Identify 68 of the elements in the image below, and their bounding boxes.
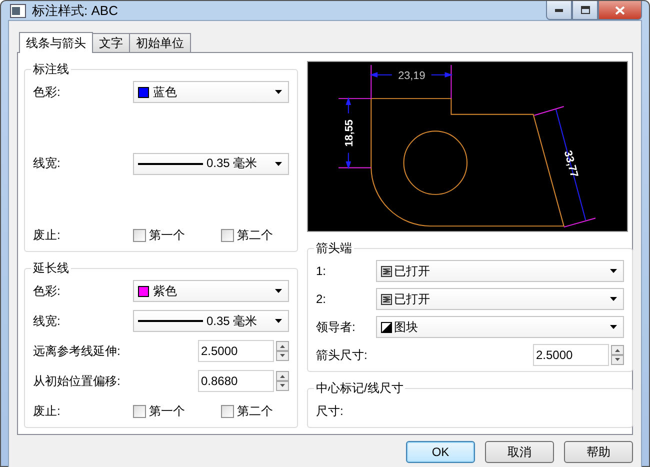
close-icon xyxy=(615,6,625,14)
field-label: 色彩: xyxy=(33,282,62,300)
tab[interactable]: 初始单位 xyxy=(129,33,191,52)
minimize-button[interactable] xyxy=(546,1,572,20)
dropdown-arrow-icon xyxy=(275,90,282,94)
checkbox[interactable]: 第二个 xyxy=(221,226,289,244)
open-arrow-icon xyxy=(381,266,392,276)
checkbox[interactable]: 第一个 xyxy=(133,226,221,244)
line-sample xyxy=(138,320,202,322)
checkbox[interactable]: 第一个 xyxy=(133,402,221,420)
field-label: 尺寸: xyxy=(316,402,344,420)
field-label: 从初始位置偏移: xyxy=(33,372,122,390)
field-label: 废止: xyxy=(33,402,62,420)
checkbox-box[interactable] xyxy=(221,404,234,418)
open-arrow-icon xyxy=(381,294,392,304)
color-dropdown[interactable]: 紫色 xyxy=(133,280,289,302)
field-label: 线宽: xyxy=(33,155,62,172)
group-title: 标注线 xyxy=(32,61,70,78)
arrowhead-dropdown[interactable]: 图块 xyxy=(376,316,624,338)
field-label: 远离参考线延伸: xyxy=(33,342,122,360)
tab[interactable]: 线条与箭头 xyxy=(19,32,93,53)
number-field[interactable]: 2.5000 xyxy=(198,340,274,362)
spinner-arrows-icon[interactable] xyxy=(276,371,289,391)
tab[interactable]: 文字 xyxy=(92,33,130,52)
lineweight-dropdown[interactable]: 0.35 毫米 xyxy=(133,152,289,174)
dimension-value: 33,77 xyxy=(561,149,580,179)
maximize-button[interactable] xyxy=(572,1,598,20)
color-dropdown[interactable]: 蓝色 xyxy=(133,81,289,103)
window-title: 标注样式: ABC xyxy=(32,2,119,20)
field-label: 1: xyxy=(316,264,328,278)
checkbox[interactable]: 第二个 xyxy=(221,402,289,420)
field-label: 废止: xyxy=(33,226,62,244)
minimize-icon xyxy=(555,8,563,12)
field-label: 2: xyxy=(316,292,328,306)
spinner-arrows-icon[interactable] xyxy=(276,341,289,361)
maximize-icon xyxy=(580,6,590,14)
number-field[interactable]: 0.8680 xyxy=(198,370,274,392)
block-arrow-icon xyxy=(381,322,392,332)
close-button[interactable] xyxy=(598,1,642,20)
arrowhead-dropdown[interactable]: 已打开 xyxy=(376,288,624,310)
field-label: 线宽: xyxy=(33,312,62,330)
number-field[interactable]: 2.5000 xyxy=(533,344,609,366)
dropdown-arrow-icon xyxy=(275,289,282,293)
dialog-button[interactable]: 帮助 xyxy=(564,441,633,463)
spinner-arrows-icon[interactable] xyxy=(611,345,624,365)
app-icon xyxy=(10,4,26,18)
dialog-button[interactable]: 取消 xyxy=(485,441,554,463)
group-title: 箭头端 xyxy=(315,240,353,257)
arrowhead-dropdown[interactable]: 已打开 xyxy=(376,260,624,282)
dropdown-arrow-icon xyxy=(275,162,282,166)
field-label: 领导者: xyxy=(316,318,356,336)
checkbox-box[interactable] xyxy=(133,228,146,242)
dropdown-arrow-icon xyxy=(610,325,617,329)
line-sample xyxy=(138,162,202,164)
dimension-value: 23,19 xyxy=(398,70,426,82)
lineweight-dropdown[interactable]: 0.35 毫米 xyxy=(133,310,289,332)
checkbox-box[interactable] xyxy=(133,404,146,418)
checkbox-box[interactable] xyxy=(221,228,234,242)
group-title: 中心标记/线尺寸 xyxy=(315,380,404,397)
dropdown-arrow-icon xyxy=(275,319,282,323)
dialog-button[interactable]: OK xyxy=(406,441,475,463)
field-label: 箭头尺寸: xyxy=(316,346,368,364)
group-title: 延长线 xyxy=(32,260,70,277)
dropdown-arrow-icon xyxy=(610,269,617,273)
field-label: 色彩: xyxy=(33,84,62,100)
dropdown-arrow-icon xyxy=(610,297,617,301)
dimension-value: 18,55 xyxy=(343,120,356,147)
vertical-dimension-drawing xyxy=(338,98,372,168)
